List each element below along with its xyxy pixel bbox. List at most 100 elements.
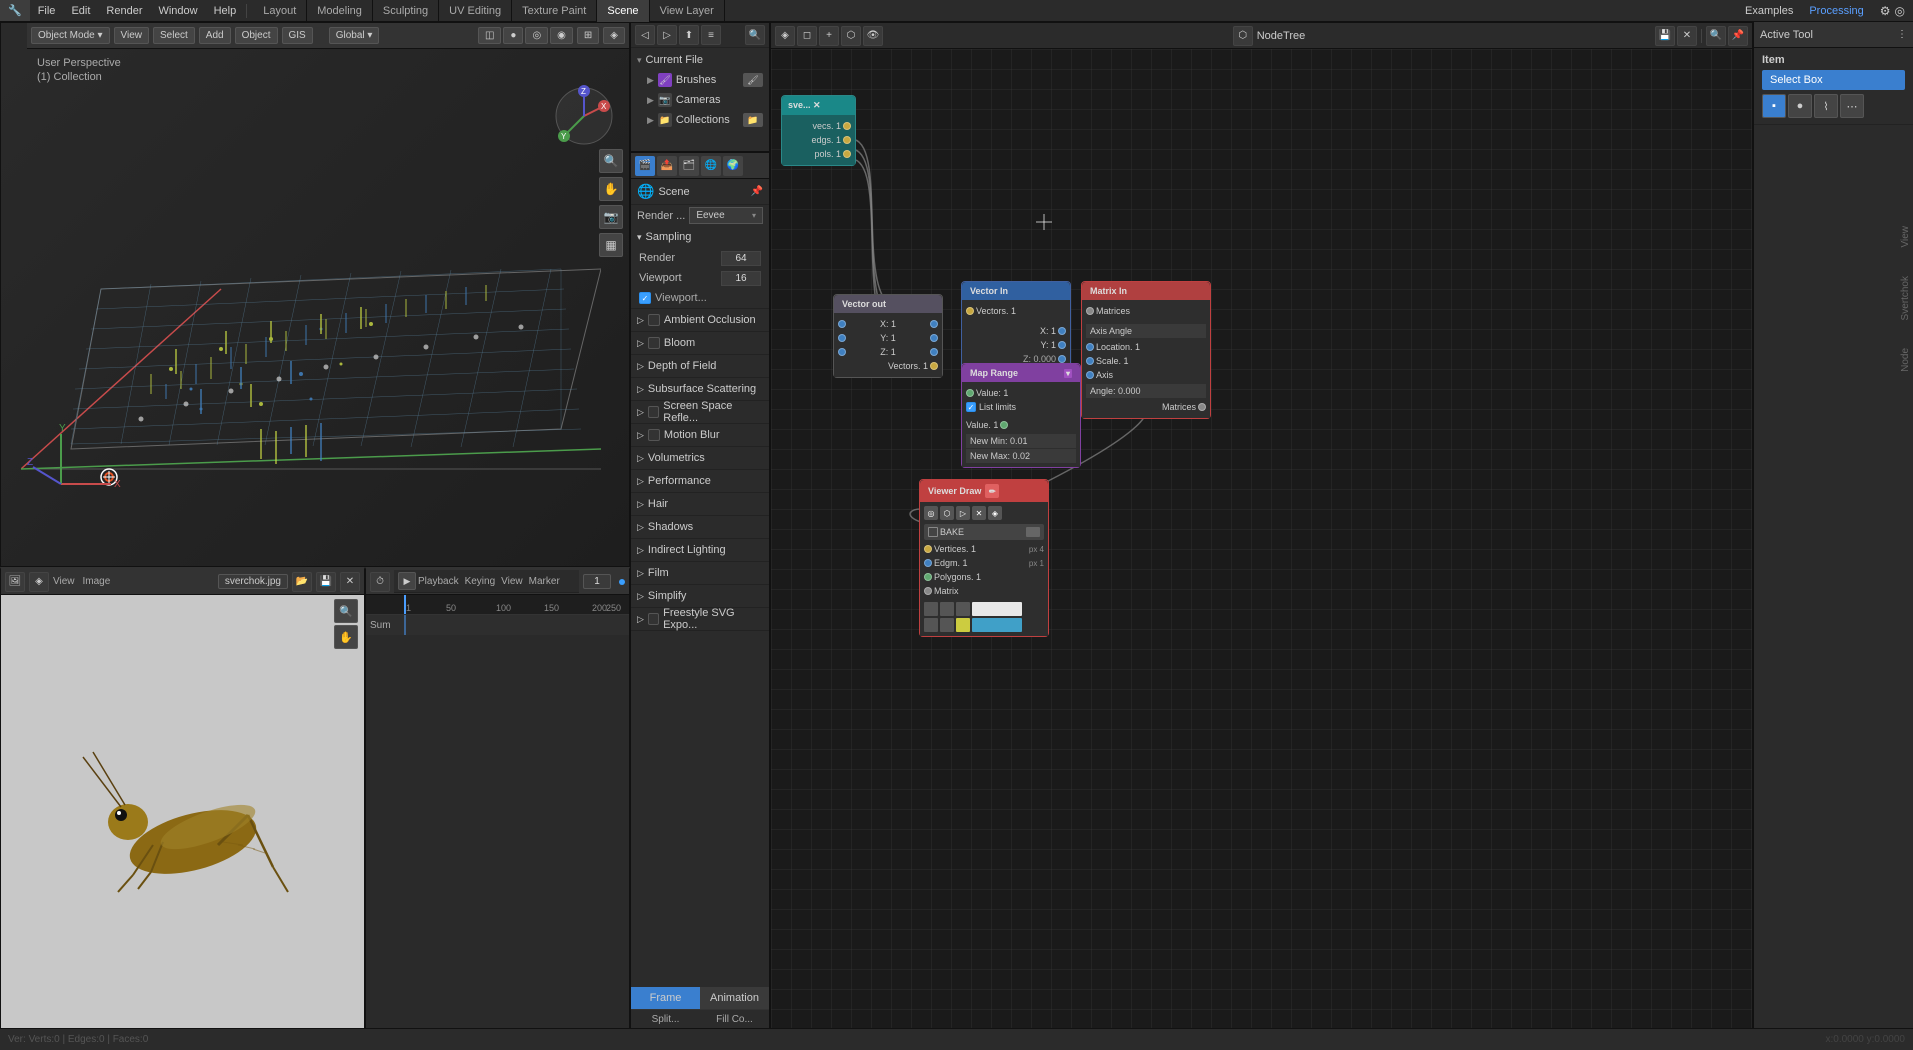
tab-uv-editing[interactable]: UV Editing [439, 0, 512, 22]
grid-icon[interactable]: ▦ [599, 233, 623, 257]
vector-in-node[interactable]: Vector In Vectors. 1 X: 1 Y: 1 Z: 0.000 [961, 281, 1071, 371]
fill-col-btn[interactable]: Fill Co... [700, 1009, 769, 1029]
scene-props-icon[interactable]: 🌐 [701, 156, 721, 176]
ie-folder-btn[interactable]: 📂 [292, 572, 312, 592]
frame-tab[interactable]: Frame [631, 987, 700, 1009]
tl-view-label[interactable]: View [501, 576, 523, 587]
shading-solid-btn[interactable]: ● [503, 27, 523, 44]
ie-save-btn[interactable]: 💾 [316, 572, 336, 592]
object-mode-btn[interactable]: Object Mode ▾ [31, 27, 110, 44]
current-file-item[interactable]: ▾ Current File [631, 50, 769, 70]
mr-list-cb[interactable]: ✓ [966, 402, 976, 412]
tab-modeling[interactable]: Modeling [307, 0, 373, 22]
nt-add-btn[interactable]: + [819, 26, 839, 46]
right-panel-menu-btn[interactable]: ⋮ [1897, 29, 1907, 40]
frame-current[interactable]: 1 [583, 574, 611, 589]
bloom-header[interactable]: ▷ Bloom [631, 332, 769, 354]
keying-label[interactable]: Keying [465, 576, 496, 587]
tab-texture-paint[interactable]: Texture Paint [512, 0, 597, 22]
bloom-checkbox[interactable] [648, 337, 660, 349]
ie-filename[interactable]: sverchok.jpg [218, 574, 288, 589]
map-range-node[interactable]: Map Range ▾ Value: 1 ✓ List limits Value… [961, 363, 1081, 468]
node-grid-bg[interactable]: sve... ✕ vecs. 1 edgs. 1 pols. 1 Vector … [771, 49, 1752, 1049]
playback-label[interactable]: Playback [418, 576, 459, 587]
shadows-header[interactable]: ▷ Shadows [631, 516, 769, 538]
vc-color-1[interactable] [924, 602, 938, 616]
tab-scene[interactable]: Scene [597, 0, 649, 22]
render-value[interactable]: 64 [721, 251, 761, 266]
teal-output-node[interactable]: sve... ✕ vecs. 1 edgs. 1 pols. 1 [781, 95, 856, 166]
output-props-icon[interactable]: 📤 [657, 156, 677, 176]
view-menu-btn[interactable]: View [114, 27, 150, 44]
fb-back-btn[interactable]: ◁ [635, 25, 655, 45]
indirect-lighting-header[interactable]: ▷ Indirect Lighting [631, 539, 769, 561]
svertchok-label[interactable]: Svertchok [1900, 272, 1911, 324]
playback-btn[interactable]: ▶ [398, 572, 416, 590]
brushes-item[interactable]: ▶ 🖌 Brushes 🖌 [631, 70, 769, 90]
bake-checkbox[interactable] [928, 527, 938, 537]
sampling-header[interactable]: ▾ Sampling [631, 226, 769, 248]
fb-up-btn[interactable]: ⬆ [679, 25, 699, 45]
add-menu-btn[interactable]: Add [199, 27, 231, 44]
viewport-content[interactable]: User Perspective (1) Collection [1, 49, 629, 566]
nt-view2-btn[interactable]: 👁 [863, 26, 883, 46]
ie-view-btn[interactable]: ◈ [29, 572, 49, 592]
cameras-item[interactable]: ▶ 📷 Cameras [631, 90, 769, 110]
marker-label[interactable]: Marker [529, 576, 560, 587]
file-menu-btn[interactable]: File [30, 0, 64, 21]
vd-icon-4[interactable]: ✕ [972, 506, 986, 520]
viewport-denoising-cb[interactable]: ✓ [639, 292, 651, 304]
vd-icon-1[interactable]: ◎ [924, 506, 938, 520]
window-menu-btn[interactable]: Window [150, 0, 205, 21]
fb-forward-btn[interactable]: ▷ [657, 25, 677, 45]
lasso-select-icon[interactable]: ⌇ [1814, 94, 1838, 118]
tl-mode-btn[interactable]: ⏱ [370, 572, 390, 592]
tab-sculpting[interactable]: Sculpting [373, 0, 439, 22]
viewport-value[interactable]: 16 [721, 271, 761, 286]
search-icon[interactable]: 🔍 [599, 149, 623, 173]
vc-color-5[interactable] [940, 618, 954, 632]
nt-zoom-in-btn[interactable]: 🔍 [1706, 26, 1726, 46]
ie-view-label[interactable]: View [53, 576, 75, 587]
select-menu-btn[interactable]: Select [153, 27, 195, 44]
ssr-checkbox[interactable] [648, 406, 659, 418]
ie-search-icon[interactable]: 🔍 [334, 599, 358, 623]
sss-header[interactable]: ▷ Subsurface Scattering [631, 378, 769, 400]
render-props-icon[interactable]: 🎬 [635, 156, 655, 176]
object-menu-btn[interactable]: Object [235, 27, 278, 44]
edit-menu-btn[interactable]: Edit [63, 0, 98, 21]
nt-close-btn[interactable]: ✕ [1677, 26, 1697, 46]
volumetrics-header[interactable]: ▷ Volumetrics [631, 447, 769, 469]
mb-checkbox[interactable] [648, 429, 660, 441]
hair-header[interactable]: ▷ Hair [631, 493, 769, 515]
vd-icon-2[interactable]: ⬡ [940, 506, 954, 520]
nt-select-btn[interactable]: ◻ [797, 26, 817, 46]
nt-pin-btn[interactable]: 📌 [1728, 26, 1748, 46]
shading-material-btn[interactable]: ◎ [525, 27, 548, 44]
ie-hand-icon[interactable]: ✋ [334, 625, 358, 649]
global-btn[interactable]: Global ▾ [329, 27, 380, 44]
nt-save-btn[interactable]: 💾 [1655, 26, 1675, 46]
view-layer-props-icon[interactable]: 🗂 [679, 156, 699, 176]
ao-checkbox[interactable] [648, 314, 660, 326]
vector-out-node[interactable]: Vector out X: 1 Y: 1 Z: 1 Vectors. 1 [833, 294, 943, 378]
vc-color-3[interactable] [956, 602, 970, 616]
extras-icon[interactable]: ⋯ [1840, 94, 1864, 118]
nt-type-icon[interactable]: ⬡ [1233, 26, 1253, 46]
fb-list-btn[interactable]: ≡ [701, 25, 721, 45]
film-header[interactable]: ▷ Film [631, 562, 769, 584]
nav-gizmo[interactable]: X Y Z [549, 81, 619, 151]
select-box-btn[interactable]: Select Box [1762, 70, 1905, 90]
vc-color-4[interactable] [924, 618, 938, 632]
collections-item[interactable]: ▶ 📁 Collections 📁 [631, 110, 769, 130]
simplify-header[interactable]: ▷ Simplify [631, 585, 769, 607]
tab-layout[interactable]: Layout [253, 0, 307, 22]
viewer-draw-node[interactable]: Viewer Draw ✏ ◎ ⬡ ▷ ✕ ◈ BAKE [919, 479, 1049, 637]
node-vertical-label[interactable]: Node [1900, 344, 1911, 376]
nt-view-btn[interactable]: ◈ [775, 26, 795, 46]
gizmo-btn[interactable]: ◈ [603, 27, 625, 44]
scene-pin-icon[interactable]: 📌 [751, 186, 763, 197]
vc-color-yellow[interactable] [956, 618, 970, 632]
square-select-icon[interactable]: ▪ [1762, 94, 1786, 118]
freestyle-header[interactable]: ▷ Freestyle SVG Expo... [631, 608, 769, 630]
